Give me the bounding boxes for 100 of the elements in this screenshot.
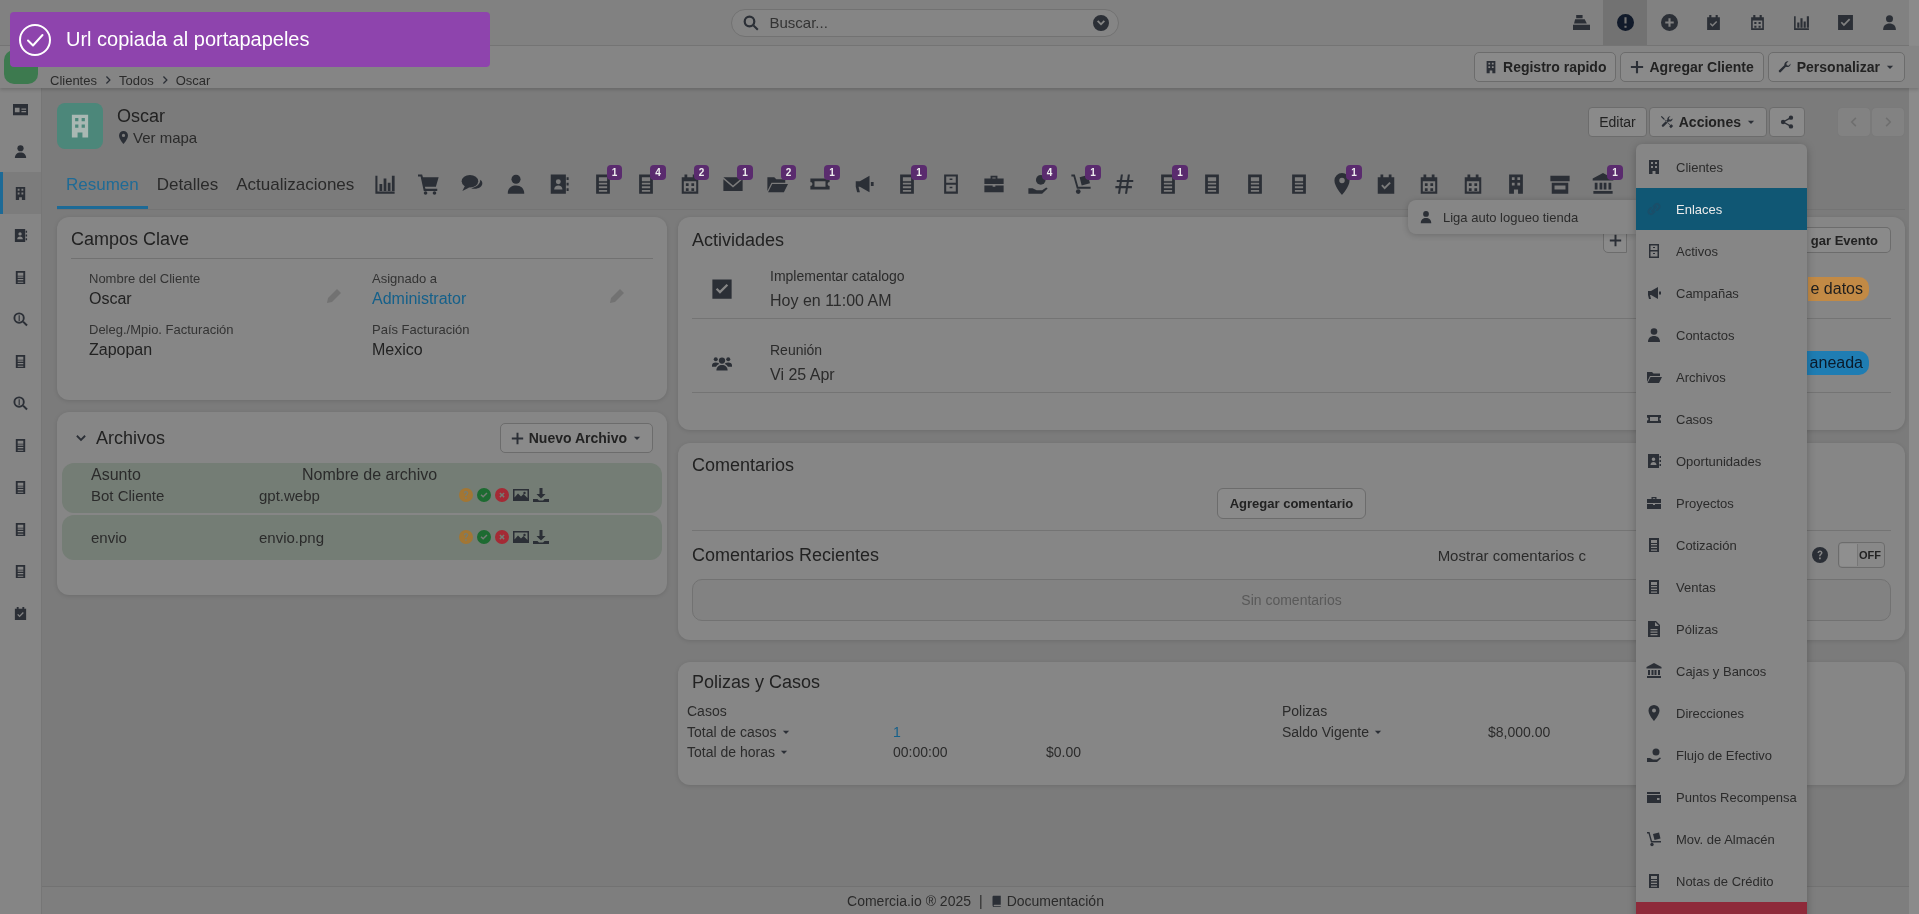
tab[interactable]: Actualizaciones: [227, 163, 364, 209]
breadcrumb-link[interactable]: Todos: [118, 72, 154, 88]
plus-icon: [510, 431, 524, 445]
card-title: Campos Clave: [71, 229, 653, 259]
tab[interactable]: Detalles: [147, 163, 228, 209]
toolbar-button[interactable]: Registro rapido: [1474, 52, 1617, 82]
count-badge: 1: [606, 165, 623, 180]
activity-title[interactable]: Implementar catalogo: [770, 267, 905, 284]
document-icon: [13, 479, 28, 495]
document-icon: [1646, 873, 1662, 889]
calendar-icon: [1748, 14, 1766, 31]
activity-time: Vi 25 Apr: [770, 365, 835, 384]
download-icon[interactable]: [533, 487, 549, 503]
share-button[interactable]: [1769, 107, 1805, 137]
toolbar-button[interactable]: Agregar Cliente: [1620, 52, 1764, 82]
menu-item[interactable]: Oportunidades: [1636, 440, 1807, 482]
cart-icon: [417, 172, 440, 195]
group-title: Polizas: [1282, 703, 1329, 721]
image-icon[interactable]: [513, 529, 529, 545]
menu-item[interactable]: Archivos: [1636, 356, 1807, 398]
count-badge: 1: [1607, 165, 1623, 180]
wrench-icon: [1777, 60, 1792, 74]
edit-button[interactable]: Editar: [1588, 107, 1647, 137]
help-icon[interactable]: [1812, 547, 1828, 563]
metric-value: $8,000.00: [1488, 724, 1552, 740]
alert-circle-button[interactable]: [1603, 0, 1647, 45]
document-icon: [13, 353, 28, 369]
file-icon: [1646, 621, 1662, 637]
record-name: Oscar: [117, 106, 166, 127]
pin-tab[interactable]: 1: [1320, 168, 1364, 199]
metric-dropdown[interactable]: Total de casos: [687, 724, 893, 740]
metric-dropdown[interactable]: Total de horas: [687, 744, 893, 760]
menu-item[interactable]: Clientes: [1636, 146, 1807, 188]
copyright-text: Comercia.io ® 2025: [847, 892, 971, 909]
add-comment-button[interactable]: Agregar comentario: [1216, 488, 1367, 519]
table-cell-text: gpt.webp: [259, 486, 321, 504]
toolbar-button[interactable]: Personalizar: [1767, 52, 1905, 82]
ticket-tab[interactable]: 1: [798, 168, 842, 199]
megaphone-icon: [1646, 285, 1662, 301]
table-cell-text: envio: [90, 528, 128, 546]
metric-value: 00:00:00: [893, 744, 949, 760]
breadcrumb-link[interactable]: Clientes: [50, 72, 97, 88]
menu-item[interactable]: Puntos Recompensa: [1636, 776, 1807, 818]
activity-title[interactable]: Reunión: [770, 341, 835, 358]
menu-item[interactable]: Activos: [1636, 230, 1807, 272]
document-tab[interactable]: 1: [885, 168, 929, 199]
menu-item[interactable]: Mov. de Almacén: [1636, 818, 1807, 860]
submenu-item[interactable]: Liga auto logueo tienda: [1408, 200, 1636, 234]
actions-button[interactable]: Acciones: [1648, 107, 1767, 137]
book-icon: [990, 894, 1003, 907]
image-icon[interactable]: [513, 487, 529, 503]
metric-dropdown[interactable]: Saldo Vigente: [1282, 724, 1488, 740]
share-icon: [1780, 115, 1794, 129]
user-icon: [1880, 14, 1898, 31]
chevron-down-icon[interactable]: [1092, 14, 1109, 31]
bank-tab[interactable]: 1: [1581, 168, 1625, 199]
breadcrumb-link[interactable]: Oscar: [175, 72, 211, 88]
activity-time: Hoy en 11:00 AM: [770, 291, 893, 310]
chevron-down-icon[interactable]: [75, 432, 87, 444]
cash-register-icon: [1572, 14, 1590, 31]
dolly-tab[interactable]: 1: [1059, 168, 1103, 199]
calendar-tab[interactable]: 2: [667, 168, 712, 199]
menu-item[interactable]: Contactos: [1636, 314, 1807, 356]
building-icon: [13, 185, 28, 201]
count-badge: 1: [1346, 165, 1362, 180]
sidebar-item[interactable]: [0, 172, 41, 214]
menu-item[interactable]: Campañas: [1636, 272, 1807, 314]
scrollbar[interactable]: [1909, 0, 1919, 914]
count-badge: 4: [1041, 165, 1058, 180]
card-title: Archivos: [96, 427, 166, 449]
documentation-link[interactable]: Documentación: [990, 892, 1104, 909]
add-event-button[interactable]: gar Evento: [1806, 227, 1891, 253]
menu-item[interactable]: Enlaces: [1636, 188, 1807, 230]
toggle-switch[interactable]: OFF: [1838, 542, 1885, 568]
card-title: Actividades: [692, 229, 785, 251]
menu-item[interactable]: Cotización: [1636, 524, 1807, 566]
id-card-icon: [13, 101, 28, 117]
new-file-button[interactable]: Nuevo Archivo: [499, 423, 653, 453]
map-link[interactable]: Ver mapa: [117, 129, 198, 146]
document-tab[interactable]: 4: [624, 168, 668, 199]
field-label: Deleg./Mpio. Facturación: [89, 322, 235, 337]
hand-coin-tab[interactable]: 4: [1015, 168, 1060, 199]
check-circle-icon: [18, 22, 52, 57]
envelope-tab[interactable]: 1: [711, 168, 755, 199]
hand-coin-icon: [1646, 747, 1662, 763]
menu-item[interactable]: Cajas y Bancos: [1636, 650, 1807, 692]
menu-item[interactable]: Proyectos: [1636, 482, 1807, 524]
menu-item[interactable]: Notas de Crédito: [1636, 860, 1807, 902]
building-icon: [1646, 159, 1662, 175]
document-icon: [13, 269, 28, 285]
menu-item[interactable]: Casos: [1636, 398, 1807, 440]
document-tab[interactable]: 1: [580, 168, 625, 199]
folder-tab[interactable]: 2: [754, 168, 799, 199]
hash-icon: [1113, 172, 1136, 195]
download-icon[interactable]: [533, 529, 549, 545]
menu-item[interactable]: Direcciones: [1636, 692, 1807, 734]
document-tab[interactable]: 1: [1146, 168, 1190, 199]
menu-item[interactable]: Flujo de Efectivo: [1636, 734, 1807, 776]
count-badge: 1: [1085, 165, 1101, 180]
search-field[interactable]: Buscar...: [730, 8, 1119, 37]
